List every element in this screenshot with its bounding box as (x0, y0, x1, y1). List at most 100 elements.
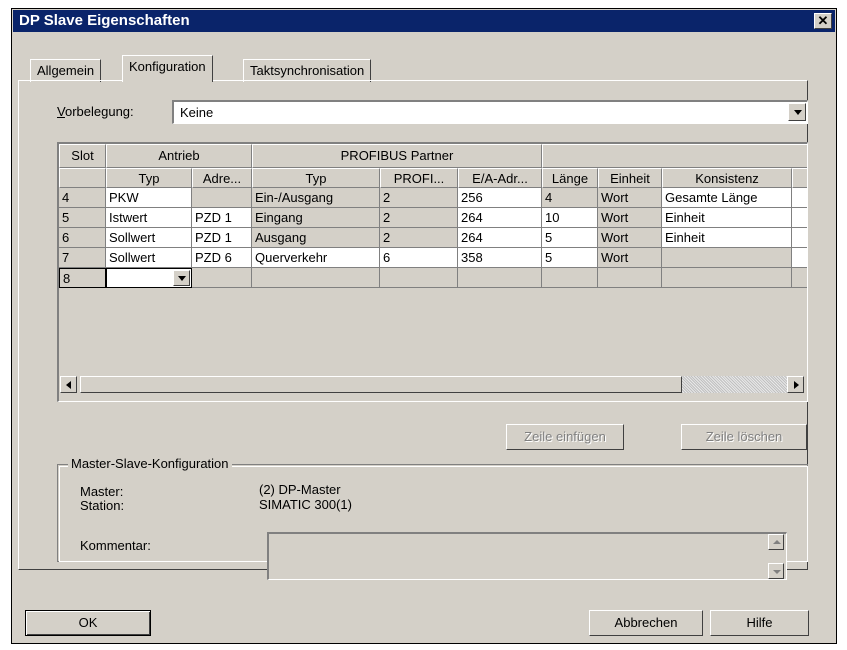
table-cell[interactable] (792, 268, 807, 288)
table-cell[interactable] (252, 268, 380, 288)
hilfe-button[interactable]: Hilfe (710, 610, 809, 636)
typ-dropdown-button[interactable] (173, 270, 190, 286)
dropdown-button[interactable] (788, 103, 806, 121)
station-value: SIMATIC 300(1) (259, 497, 352, 512)
table-cell[interactable]: 5 (542, 248, 598, 268)
row-slot: 4 (59, 188, 106, 208)
close-button[interactable]: ✕ (814, 13, 832, 29)
typ-select-cell[interactable] (106, 268, 192, 288)
scroll-thumb[interactable] (80, 376, 682, 393)
table-cell[interactable] (192, 188, 252, 208)
table-cell[interactable] (792, 208, 807, 228)
row-slot: 6 (59, 228, 106, 248)
table-cell[interactable]: 2 (380, 208, 458, 228)
table-cell[interactable]: Wort (598, 228, 662, 248)
table-cell[interactable]: Einheit (662, 228, 792, 248)
table-cell[interactable]: PZD 6 (192, 248, 252, 268)
table-cell[interactable]: 2 (380, 188, 458, 208)
column-header[interactable]: Typ (252, 168, 380, 188)
table-cell[interactable] (662, 268, 792, 288)
column-header[interactable]: Einheit (598, 168, 662, 188)
vorbelegung-value: Keine (180, 105, 214, 120)
table-cell[interactable]: PZD 1 (192, 228, 252, 248)
tab-label: Allgemein (37, 63, 95, 78)
kommentar-label: Kommentar: (80, 538, 151, 553)
table-cell[interactable]: PZD 1 (192, 208, 252, 228)
table-cell[interactable]: 5 (542, 228, 598, 248)
zeile-einfuegen-button[interactable]: Zeile einfügen (506, 424, 624, 450)
ok-button[interactable]: OK (25, 610, 151, 636)
master-label: Master: (80, 484, 124, 499)
table-cell[interactable] (792, 228, 807, 248)
header-antrieb: Antrieb (106, 144, 252, 168)
column-header[interactable]: Länge (542, 168, 598, 188)
station-label: Station: (80, 498, 125, 513)
title-bar: DP Slave Eigenschaften ✕ (13, 10, 835, 32)
master-value: (2) DP-Master (259, 482, 341, 497)
header-profibus-partner: PROFIBUS Partner (252, 144, 542, 168)
scroll-right-button[interactable] (787, 376, 804, 393)
header-slot: Slot (59, 144, 106, 168)
column-header[interactable]: Adre... (192, 168, 252, 188)
zeile-loeschen-button[interactable]: Zeile löschen (681, 424, 807, 450)
horizontal-scrollbar[interactable] (60, 376, 805, 394)
vorbelegung-label: Vorbelegung: (57, 104, 134, 119)
tab-label: Taktsynchronisation (250, 63, 365, 78)
table-cell[interactable]: Einheit (662, 208, 792, 228)
arrow-up-icon (773, 540, 781, 544)
table-cell[interactable]: Sollwert (106, 248, 192, 268)
table-cell[interactable]: Eingang (252, 208, 380, 228)
configuration-table[interactable]: Slot Antrieb PROFIBUS Partner Typ Adre..… (57, 142, 808, 402)
scroll-up-button[interactable] (768, 534, 784, 550)
scroll-track[interactable] (682, 376, 787, 393)
table-cell[interactable] (792, 248, 807, 268)
column-header-empty (792, 168, 807, 188)
table-cell[interactable]: Wort (598, 208, 662, 228)
table-cell[interactable]: Istwert (106, 208, 192, 228)
arrow-right-icon (794, 381, 799, 389)
table-cell[interactable] (192, 268, 252, 288)
tab-taktsynchronisation[interactable]: Taktsynchronisation (243, 59, 372, 82)
table-cell[interactable] (662, 248, 792, 268)
kommentar-field[interactable] (267, 532, 787, 580)
arrow-down-icon (773, 570, 781, 574)
column-header[interactable]: Typ (106, 168, 192, 188)
table-cell[interactable] (380, 268, 458, 288)
column-header[interactable]: E/A-Adr... (458, 168, 542, 188)
table-cell[interactable] (598, 268, 662, 288)
table-cell[interactable]: 264 (458, 208, 542, 228)
table-cell[interactable]: Ein-/Ausgang (252, 188, 380, 208)
table-cell[interactable]: Sollwert (106, 228, 192, 248)
table-cell[interactable]: Gesamte Länge (662, 188, 792, 208)
abbrechen-button[interactable]: Abbrechen (589, 610, 703, 636)
table-cell[interactable] (542, 268, 598, 288)
header-slot-sub (59, 168, 106, 188)
table-cell[interactable]: 256 (458, 188, 542, 208)
table-cell[interactable]: 6 (380, 248, 458, 268)
table-cell[interactable]: 4 (542, 188, 598, 208)
table-cell[interactable]: PKW (106, 188, 192, 208)
column-header[interactable]: PROFI... (380, 168, 458, 188)
chevron-down-icon (794, 110, 802, 115)
tab-allgemein[interactable]: Allgemein (30, 59, 102, 82)
table-cell[interactable] (792, 188, 807, 208)
row-slot: 8 (59, 268, 106, 288)
table-cell[interactable]: 2 (380, 228, 458, 248)
table-cell[interactable]: 10 (542, 208, 598, 228)
header-empty (542, 144, 807, 168)
table-cell[interactable]: Wort (598, 248, 662, 268)
chevron-down-icon (178, 276, 186, 281)
scroll-left-button[interactable] (60, 376, 77, 393)
tab-konfiguration[interactable]: Konfiguration (122, 55, 213, 82)
scroll-down-button[interactable] (768, 563, 784, 579)
window-title: DP Slave Eigenschaften (19, 12, 190, 29)
table-cell[interactable] (458, 268, 542, 288)
table-cell[interactable]: Ausgang (252, 228, 380, 248)
vorbelegung-select[interactable]: Keine (172, 100, 808, 124)
table-cell[interactable]: 264 (458, 228, 542, 248)
row-slot: 7 (59, 248, 106, 268)
column-header[interactable]: Konsistenz (662, 168, 792, 188)
table-cell[interactable]: Wort (598, 188, 662, 208)
table-cell[interactable]: 358 (458, 248, 542, 268)
table-cell[interactable]: Querverkehr (252, 248, 380, 268)
